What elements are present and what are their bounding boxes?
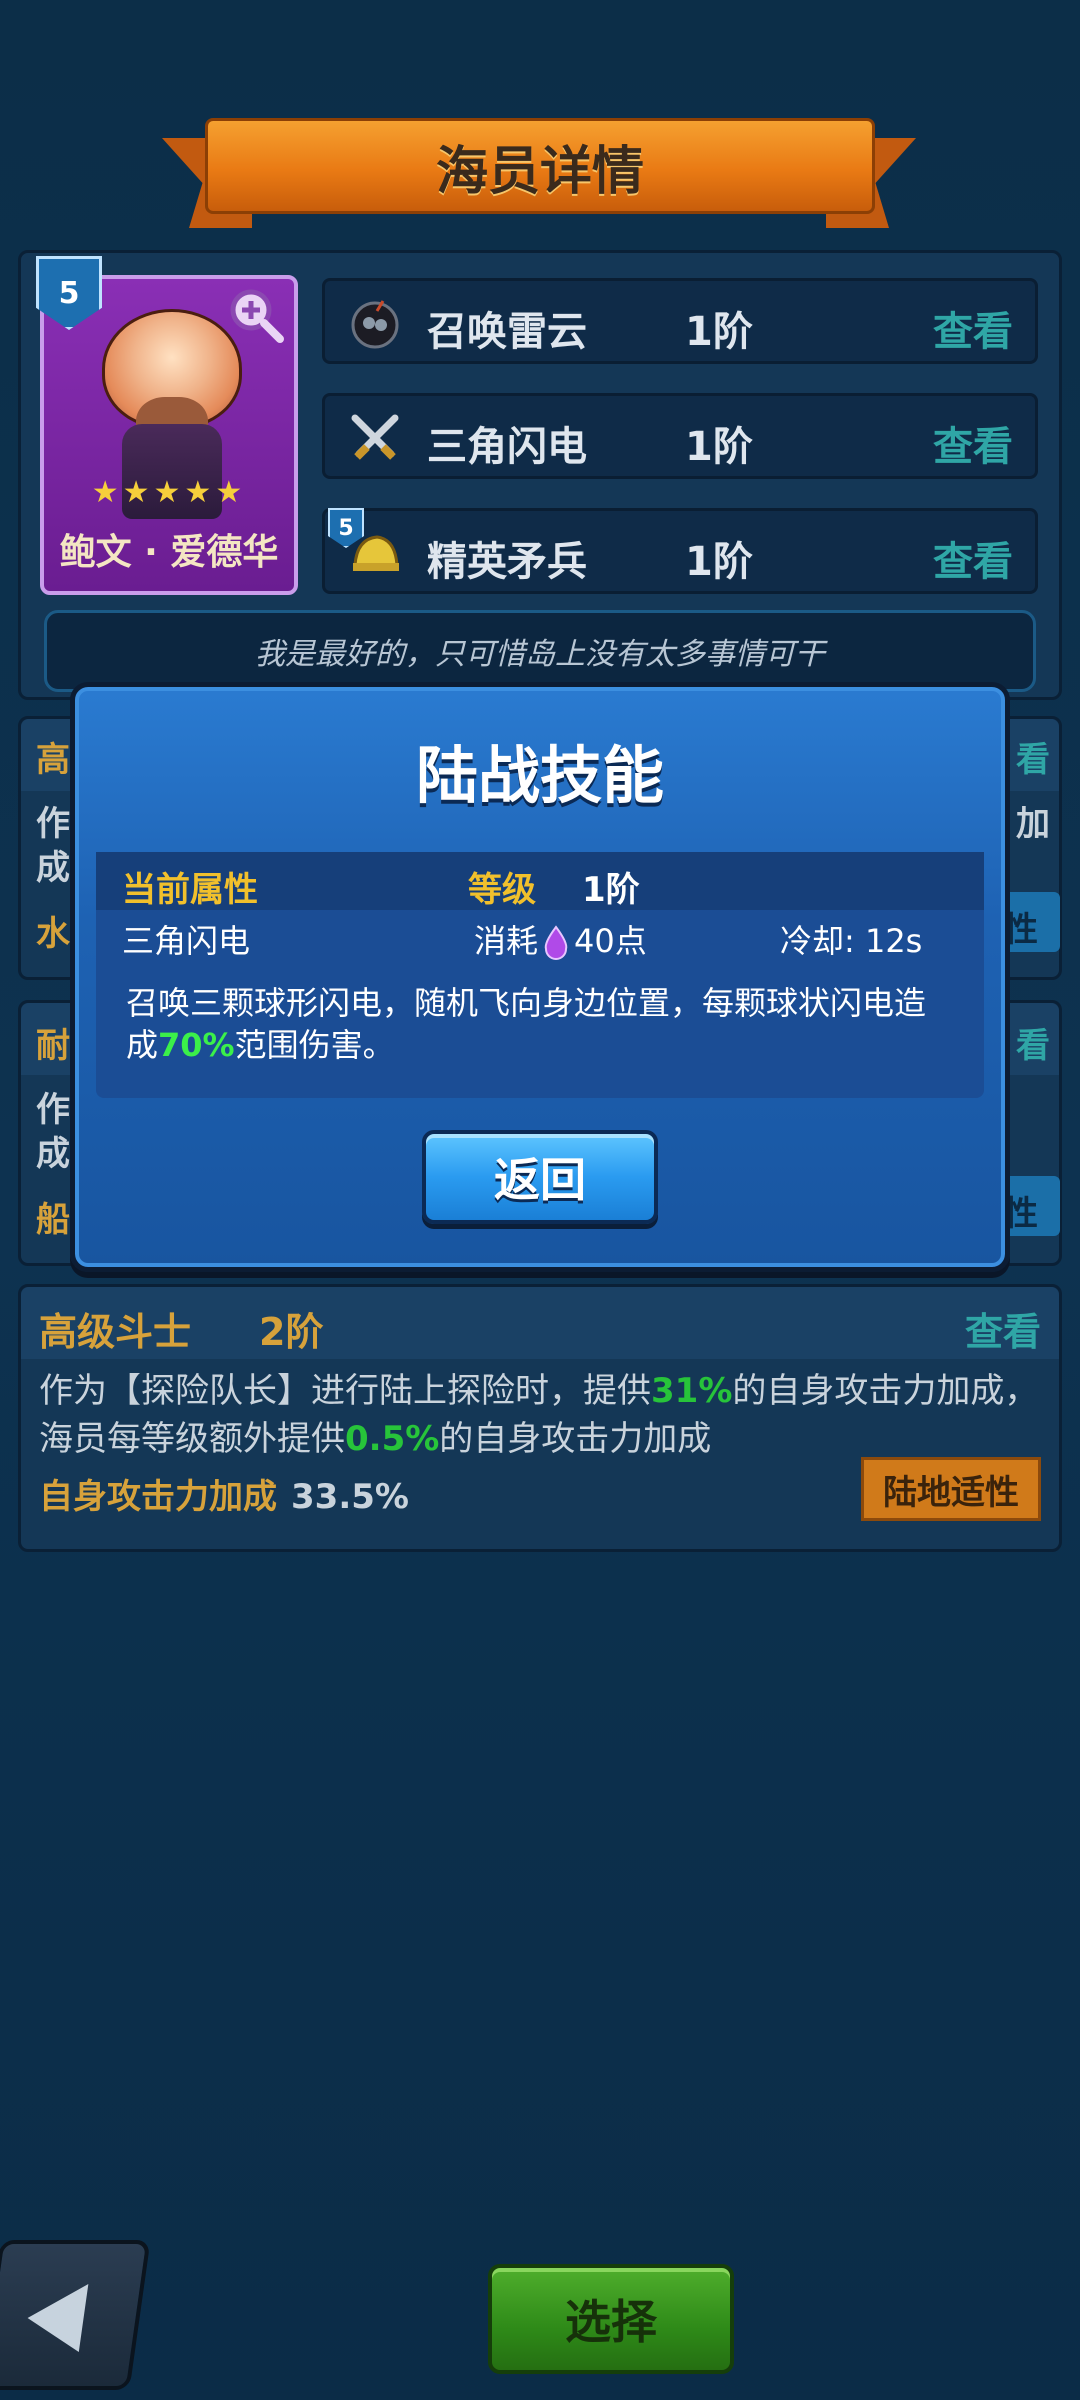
- character-quote: 我是最好的，只可惜岛上没有太多事情可干: [44, 610, 1036, 692]
- skill-name: 三角闪电: [427, 424, 587, 470]
- trait-stat: 自身攻击力加成 33.5%: [39, 1469, 409, 1518]
- skill-badge-value: 5: [338, 515, 354, 541]
- current-attribute-label: 当前属性: [122, 870, 258, 910]
- return-button[interactable]: 返回: [422, 1130, 658, 1224]
- skill-row-storm-cloud: 召唤雷云 1阶 查看: [322, 278, 1038, 364]
- storm-cloud-icon: [351, 300, 399, 349]
- star-rating: ★★★★★: [91, 475, 247, 510]
- skill-level: 1阶: [685, 424, 753, 470]
- modal-title: 陆战技能: [415, 739, 664, 812]
- modal-desc-highlight: 70%: [158, 1026, 235, 1064]
- modal-desc-text: 范围伤害。: [234, 1026, 395, 1064]
- grade-value: 1阶: [582, 870, 640, 910]
- cost-label: 消耗: [474, 922, 539, 960]
- skill-level: 1阶: [685, 309, 753, 355]
- view-skill-button[interactable]: 查看: [933, 529, 1013, 587]
- modal-skill-name: 三角闪电: [122, 922, 251, 960]
- crossed-swords-icon: [351, 414, 399, 460]
- trait-view-peek[interactable]: 看: [1016, 732, 1050, 781]
- trait-desc-text: 的自身攻击力加成: [439, 1419, 712, 1459]
- zoom-in-icon[interactable]: [226, 285, 286, 345]
- return-button-label: 返回: [494, 1153, 586, 1207]
- view-skill-button[interactable]: 查看: [933, 414, 1013, 472]
- trait-desc-peek-2: 成: [36, 1134, 70, 1174]
- character-name: 鲍文 · 爱德华: [59, 532, 279, 573]
- skill-name: 召唤雷云: [427, 309, 587, 355]
- view-skill-button[interactable]: 查看: [933, 299, 1013, 357]
- skill-level: 1阶: [685, 539, 753, 585]
- title-banner: 海员详情: [205, 118, 875, 214]
- trait-stat-peek: 船: [36, 1200, 70, 1240]
- land-aptitude-label: 陆地适性: [883, 1472, 1019, 1513]
- cost-value: 40点: [574, 922, 647, 960]
- select-button[interactable]: 选择: [488, 2264, 734, 2374]
- trait-title-peek: 耐: [36, 1026, 70, 1066]
- skill-name: 精英矛兵: [427, 539, 587, 585]
- back-arrow-icon: [22, 2284, 89, 2352]
- trait-desc-text: 作为【探险队长】进行陆上探险时，提供: [39, 1371, 651, 1411]
- trait-view-peek[interactable]: 看: [1016, 1018, 1050, 1067]
- trait-title-peek: 高: [36, 740, 70, 780]
- select-button-label: 选择: [565, 2295, 657, 2349]
- skill-row-elite-spearman: 精英矛兵 1阶 查看: [322, 508, 1038, 594]
- trait-stat-peek: 水: [36, 914, 70, 954]
- modal-skill-description: 召唤三颗球形闪电，随机飞向身边位置，每颗球状闪电造成70%范围伤害。: [126, 982, 956, 1066]
- trait-stat-value: 33.5%: [291, 1477, 409, 1517]
- trait-highlight: 0.5%: [345, 1419, 440, 1459]
- trait-desc-peek-right: 加: [1016, 804, 1050, 844]
- level-value: 5: [58, 275, 80, 311]
- trait-description: 作为【探险队长】进行陆上探险时，提供31%的自身攻击力加成，海员每等级额外提供0…: [39, 1367, 1041, 1463]
- trait-desc-peek: 作: [36, 1090, 70, 1130]
- trait-section-senior-fighter: 高级斗士 2阶 查看 作为【探险队长】进行陆上探险时，提供31% 的自身攻击力加成…: [18, 1284, 1062, 1552]
- trait-desc-peek-2: 成: [36, 848, 70, 888]
- trait-level: 2阶: [259, 1310, 324, 1354]
- attribute-header: 当前属性 等级 1阶: [96, 852, 984, 910]
- trait-stat-label: 自身攻击力加成: [39, 1477, 277, 1517]
- trait-view-button[interactable]: 查看: [965, 1301, 1041, 1356]
- back-button[interactable]: [0, 2240, 151, 2390]
- trait-desc-peek: 作: [36, 804, 70, 844]
- trait-title: 高级斗士: [39, 1310, 192, 1354]
- land-aptitude-button[interactable]: 陆地适性: [861, 1457, 1041, 1521]
- grade-label: 等级: [468, 870, 536, 910]
- cooldown-info: 冷却: 12s: [780, 922, 923, 960]
- trait-header: 高级斗士 2阶 查看: [21, 1287, 1059, 1359]
- skill-row-triangle-lightning: 三角闪电 1阶 查看: [322, 393, 1038, 479]
- trait-highlight: 31%: [651, 1371, 733, 1411]
- cost-info: 消耗 40点: [474, 916, 647, 962]
- page-title: 海员详情: [435, 141, 644, 202]
- energy-drop-icon: [544, 925, 568, 960]
